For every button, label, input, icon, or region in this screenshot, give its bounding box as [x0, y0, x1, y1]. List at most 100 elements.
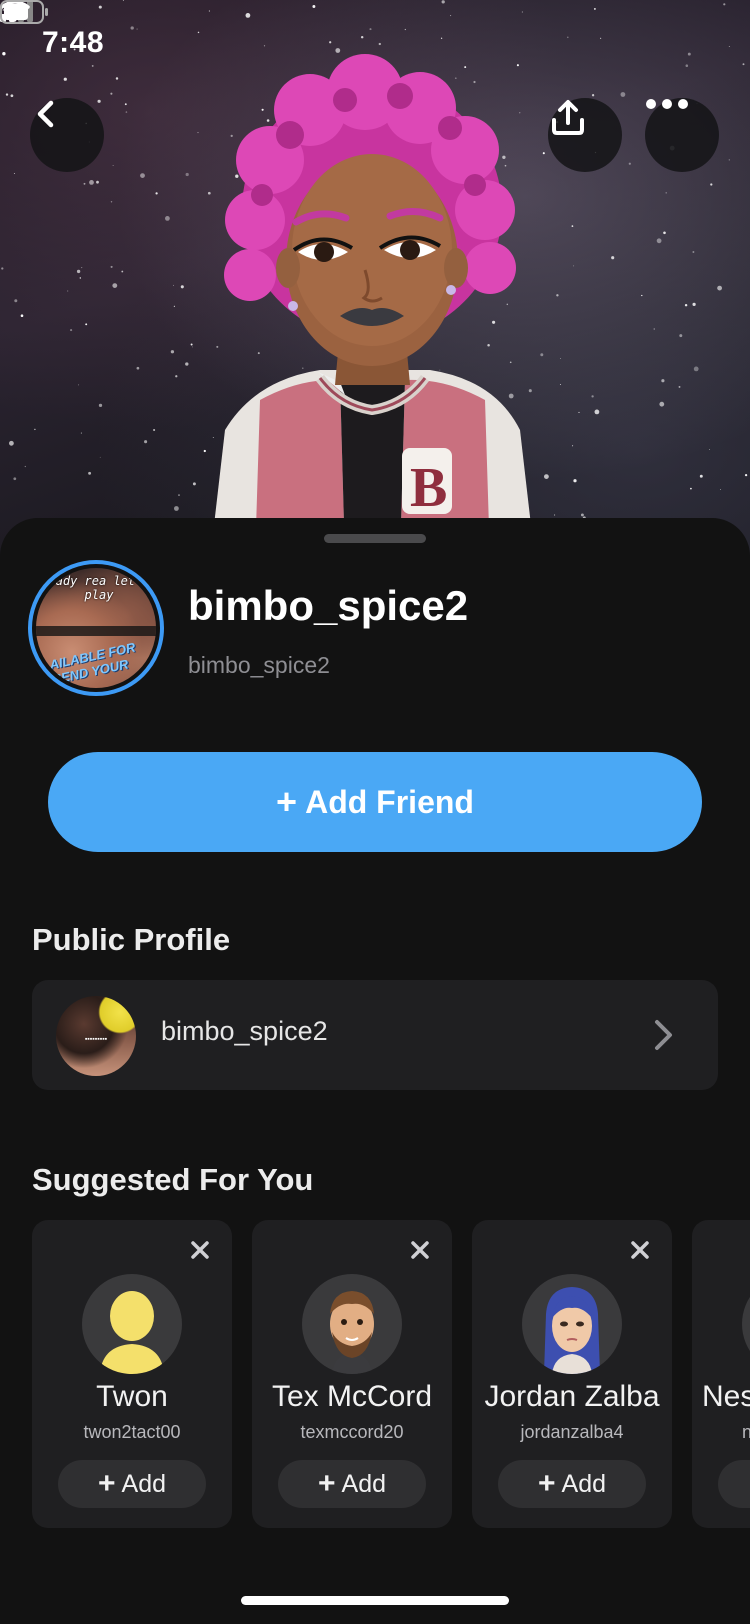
- default-avatar-icon: [100, 1291, 164, 1374]
- star: [110, 265, 113, 268]
- profile-header-background: B 7:48: [0, 0, 750, 560]
- star: [230, 134, 233, 138]
- star: [88, 471, 92, 475]
- star: [97, 99, 101, 103]
- add-friend-label: Add Friend: [305, 783, 474, 820]
- plus-icon: +: [537, 1467, 556, 1500]
- star: [439, 369, 441, 371]
- star: [216, 345, 219, 348]
- star: [678, 385, 681, 388]
- star: [591, 94, 595, 97]
- back-button[interactable]: [30, 98, 104, 172]
- star: [185, 172, 189, 177]
- star: [13, 173, 15, 174]
- star: [302, 367, 304, 369]
- star: [136, 366, 140, 370]
- profile-sheet: eady rea let's play AILABLE FOR SEND YOU…: [0, 518, 750, 1624]
- star: [679, 334, 683, 338]
- star: [502, 155, 506, 159]
- suggested-card[interactable]: Jordan Zalba jordanzalba4 + Add: [472, 1220, 672, 1528]
- star: [9, 440, 14, 446]
- star: [528, 389, 532, 393]
- close-icon[interactable]: [190, 1240, 210, 1260]
- star: [542, 152, 545, 155]
- sheet-grabber[interactable]: [324, 534, 426, 543]
- star: [174, 506, 179, 511]
- suggested-card[interactable]: Twon twon2tact00 + Add: [32, 1220, 232, 1528]
- star: [560, 358, 561, 360]
- suggested-add-button[interactable]: + Add: [498, 1460, 646, 1508]
- star: [509, 361, 512, 364]
- star: [591, 395, 594, 398]
- public-profile-card[interactable]: ▪▪▪▪▪▪▪▪▪ bimbo_spice2: [32, 980, 718, 1090]
- star: [508, 393, 514, 399]
- star: [140, 173, 145, 179]
- star: [578, 411, 580, 413]
- battery-icon: [0, 0, 48, 24]
- suggested-add-button[interactable]: + Add: [278, 1460, 426, 1508]
- profile-username: bimbo_spice2: [188, 652, 330, 678]
- suggested-add-button[interactable]: [718, 1460, 750, 1508]
- star: [661, 379, 665, 383]
- star: [556, 294, 559, 297]
- star: [571, 225, 574, 227]
- star: [692, 251, 695, 253]
- star: [572, 445, 574, 447]
- star: [504, 164, 507, 167]
- share-button[interactable]: [548, 98, 622, 172]
- suggested-username: texmccord20: [300, 1422, 404, 1442]
- profile-display-name: bimbo_spice2: [188, 582, 469, 629]
- suggested-add-button[interactable]: + Add: [58, 1460, 206, 1508]
- star: [641, 294, 643, 297]
- svg-text:B: B: [410, 457, 447, 519]
- star: [172, 284, 174, 286]
- close-icon[interactable]: [630, 1240, 650, 1260]
- star: [573, 265, 575, 267]
- suggested-name: Twon: [96, 1380, 168, 1413]
- star: [665, 192, 667, 194]
- suggested-username: jordanzalba4: [520, 1422, 624, 1442]
- star: [70, 329, 73, 332]
- chevron-left-icon: [37, 100, 54, 128]
- star: [81, 267, 83, 269]
- star: [717, 285, 722, 291]
- suggested-username: n: [742, 1422, 750, 1442]
- star: [487, 344, 490, 347]
- suggested-avatar: [82, 1274, 182, 1374]
- plus-icon: +: [276, 781, 298, 822]
- star: [573, 479, 577, 483]
- star: [207, 191, 211, 195]
- star: [125, 111, 128, 113]
- star: [83, 182, 86, 185]
- profile-avatar[interactable]: eady rea let's play AILABLE FOR SEND YOU…: [28, 560, 164, 696]
- plus-icon: +: [97, 1467, 116, 1500]
- star: [24, 465, 26, 468]
- close-icon[interactable]: [410, 1240, 430, 1260]
- suggested-name: Jordan Zalba: [484, 1380, 660, 1413]
- star: [653, 328, 655, 330]
- suggested-list[interactable]: Twon twon2tact00 + Add Tex McCord texmcc…: [32, 1220, 750, 1530]
- star: [197, 132, 199, 134]
- share-icon: [552, 100, 584, 135]
- bitmoji-avatar-icon: [544, 1287, 600, 1374]
- star: [1, 267, 4, 270]
- suggested-card[interactable]: Nes n: [692, 1220, 750, 1528]
- add-friend-button[interactable]: + Add Friend: [48, 752, 702, 852]
- suggested-username: twon2tact00: [83, 1422, 181, 1442]
- suggested-avatar: [302, 1274, 402, 1374]
- star: [98, 403, 103, 408]
- star: [78, 384, 80, 386]
- more-options-button[interactable]: [645, 98, 719, 172]
- star: [13, 477, 17, 481]
- star: [690, 487, 692, 490]
- star: [192, 346, 193, 348]
- star: [173, 305, 175, 307]
- star: [76, 269, 81, 274]
- star: [192, 482, 196, 486]
- star: [112, 283, 118, 288]
- star: [10, 94, 14, 98]
- star: [620, 92, 626, 97]
- star: [728, 159, 730, 161]
- suggested-card[interactable]: Tex McCord texmccord20 + Add: [252, 1220, 452, 1528]
- star: [506, 303, 509, 306]
